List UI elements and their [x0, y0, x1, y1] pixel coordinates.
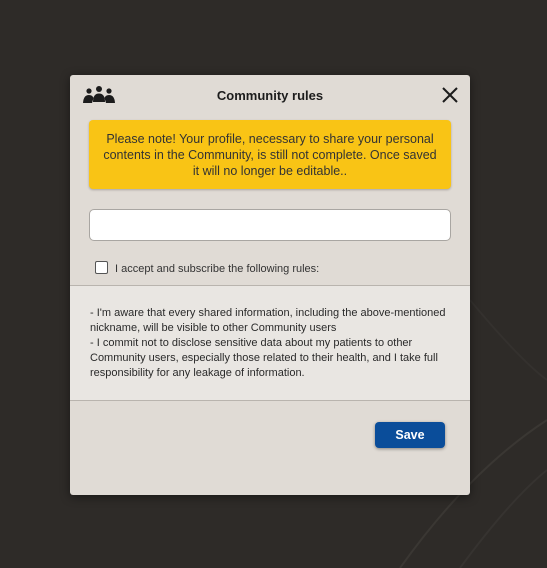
dialog-header: Community rules: [70, 75, 470, 115]
profile-incomplete-warning: Please note! Your profile, necessary to …: [89, 120, 451, 189]
nickname-input[interactable]: [89, 209, 451, 241]
community-rules-dialog: Community rules Please note! Your profil…: [70, 75, 470, 495]
close-icon[interactable]: [441, 86, 459, 104]
save-button[interactable]: Save: [375, 422, 445, 448]
rule-item: - I commit not to disclose sensitive dat…: [90, 337, 438, 379]
accept-rules-checkbox[interactable]: [95, 261, 108, 274]
accept-rules-label: I accept and subscribe the following rul…: [115, 263, 320, 275]
dialog-title: Community rules: [216, 88, 324, 103]
rule-item: - I'm aware that every shared informatio…: [90, 307, 446, 334]
rules-text-box: - I'm aware that every shared informatio…: [70, 285, 470, 401]
